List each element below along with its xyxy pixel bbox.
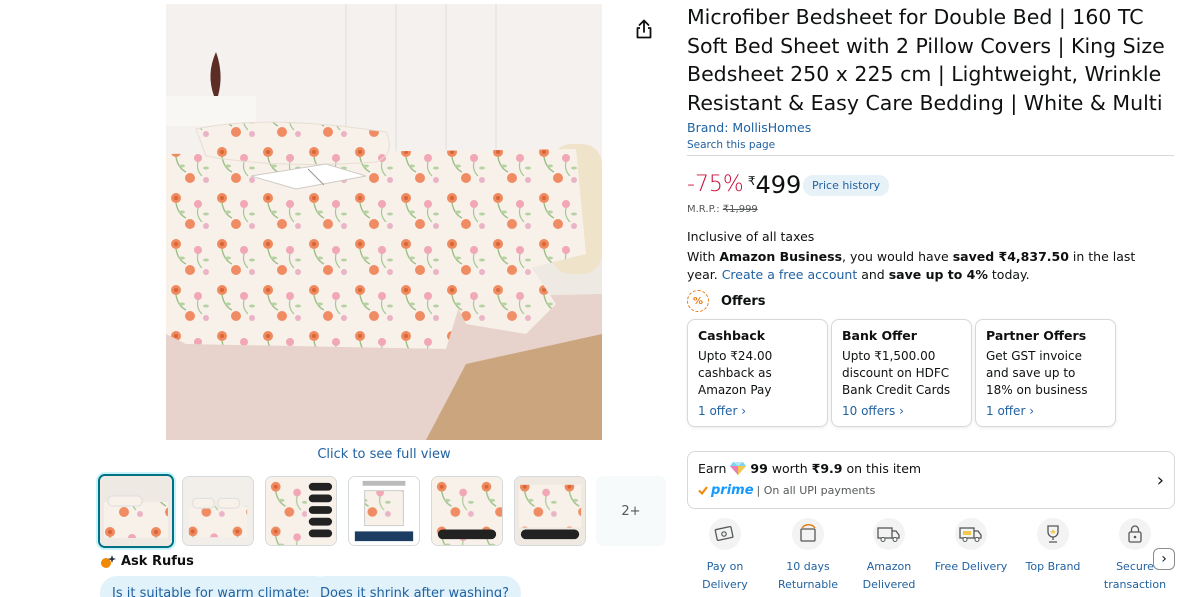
offer-badge-icon: %: [687, 290, 709, 312]
service-free-delivery[interactable]: Free Delivery: [929, 518, 1013, 576]
click-full-view-link[interactable]: Click to see full view: [300, 447, 468, 462]
thumbnail-image: [266, 477, 336, 545]
service-label: Free Delivery: [934, 560, 1008, 573]
price-history-button[interactable]: Price history: [803, 175, 890, 196]
service-pay-on-delivery[interactable]: Pay on Delivery: [683, 518, 767, 594]
thumbnail-5[interactable]: [431, 476, 503, 546]
offers-title: Offers: [721, 293, 766, 309]
on-item-label: on this item: [846, 461, 922, 476]
business-text: today.: [987, 267, 1030, 282]
cash-icon: [709, 518, 741, 550]
discount-percentage: -75%: [687, 172, 744, 197]
brand-link[interactable]: Brand: MollisHomes: [687, 120, 811, 135]
offer-description: Upto ₹24.00 cashback as Amazon Pay Balan…: [698, 349, 773, 397]
service-amazon-delivered[interactable]: Amazon Delivered: [847, 518, 931, 594]
earn-label: Earn: [698, 461, 727, 476]
thumbnail-4[interactable]: [348, 476, 420, 546]
prime-check-icon: [698, 486, 708, 495]
ask-rufus-heading: Ask Rufus: [100, 554, 194, 569]
service-returnable[interactable]: 10 days Returnable: [766, 518, 850, 594]
thumbnail-3[interactable]: [265, 476, 337, 546]
thumbnail-image: [432, 477, 502, 545]
rufus-sparkle-icon: [101, 554, 116, 568]
mrp: M.R.P.: ₹1,999: [687, 204, 758, 215]
free-truck-icon: [955, 518, 987, 550]
prime-logo: prime: [711, 483, 754, 498]
offer-description: Upto ₹1,500.00 discount on HDFC Bank Cre…: [842, 349, 951, 397]
divider: [687, 155, 1174, 156]
offer-card-bank[interactable]: Bank Offer Upto ₹1,500.00 discount on HD…: [831, 319, 972, 427]
offer-link[interactable]: 10 offers ›: [842, 404, 961, 418]
search-this-page-link[interactable]: Search this page: [687, 139, 775, 151]
offer-title: Partner Offers: [986, 328, 1087, 343]
rufus-question-chip[interactable]: Is it suitable for warm climates?: [100, 576, 332, 597]
services-next-button[interactable]: ›: [1153, 548, 1175, 570]
more-thumbnails-button[interactable]: 2+: [596, 476, 666, 546]
prime-line: prime | On all UPI payments: [698, 483, 1164, 498]
business-text: and: [857, 267, 889, 282]
offers-heading: % Offers: [687, 290, 766, 312]
main-product-image[interactable]: [166, 4, 602, 440]
price-value: 499: [755, 171, 802, 199]
diamond-icon: [730, 462, 747, 475]
lock-icon: [1119, 518, 1151, 550]
create-free-account-link[interactable]: Create a free account: [722, 267, 858, 282]
upi-payments-text: | On all UPI payments: [756, 484, 876, 497]
service-badges: Pay on Delivery 10 days Returnable Amazo…: [687, 518, 1175, 597]
offer-link[interactable]: 1 offer ›: [986, 404, 1105, 418]
offer-link[interactable]: 1 offer ›: [698, 404, 817, 418]
service-label: 10 days Returnable: [777, 560, 839, 591]
offer-description: Get GST invoice and save up to 18% on bu…: [986, 349, 1088, 397]
amazon-business-savings: With Amazon Business, you would have sav…: [687, 248, 1167, 284]
saved-amount: saved ₹4,837.50: [952, 249, 1069, 264]
thumbnail-2[interactable]: [182, 476, 254, 546]
return-icon: [792, 518, 824, 550]
thumbnail-image: [100, 476, 172, 546]
ask-rufus-label: Ask Rufus: [121, 554, 194, 569]
currency-symbol: ₹: [747, 174, 756, 188]
offer-title: Cashback: [698, 328, 766, 343]
service-top-brand[interactable]: Top Brand: [1011, 518, 1095, 576]
save-up-to-label: save up to 4%: [888, 267, 988, 282]
offer-card-cashback[interactable]: Cashback Upto ₹24.00 cashback as Amazon …: [687, 319, 828, 427]
mrp-value: ₹1,999: [722, 204, 758, 215]
rufus-question-chip[interactable]: Does it shrink after washing?: [308, 576, 522, 597]
bedsheet-photo: [166, 4, 602, 440]
chevron-right-icon: ›: [1156, 470, 1164, 491]
amazon-business-label: Amazon Business: [719, 249, 843, 264]
offer-title: Bank Offer: [842, 328, 917, 343]
chevron-right-icon: ›: [1161, 551, 1167, 567]
trophy-icon: [1037, 518, 1069, 550]
thumbnail-6[interactable]: [514, 476, 586, 546]
earn-coins-box[interactable]: Earn 99 worth ₹9.9 on this item prime | …: [687, 451, 1175, 509]
service-label: Top Brand: [1025, 560, 1081, 573]
truck-icon: [873, 518, 905, 550]
earn-line: Earn 99 worth ₹9.9 on this item: [698, 461, 1164, 476]
thumbnail-image: [183, 477, 253, 545]
worth-label: worth: [771, 461, 808, 476]
thumbnail-image: [515, 477, 585, 545]
thumbnail-1[interactable]: [98, 474, 174, 548]
inclusive-taxes-text: Inclusive of all taxes: [687, 229, 815, 244]
service-label: Amazon Delivered: [862, 560, 916, 591]
business-text: , you would have: [842, 249, 953, 264]
coin-count: 99: [750, 461, 768, 476]
service-label: Pay on Delivery: [702, 560, 748, 591]
coin-value: ₹9.9: [811, 461, 843, 476]
share-icon: [636, 19, 652, 39]
product-title: Microfiber Bedsheet for Double Bed | 160…: [687, 5, 1165, 115]
share-button[interactable]: [630, 14, 658, 44]
offer-card-partner[interactable]: Partner Offers Get GST invoice and save …: [975, 319, 1116, 427]
price-block: -75% ₹ 499: [687, 170, 801, 200]
mrp-label: M.R.P.:: [687, 204, 720, 215]
business-text: With: [687, 249, 720, 264]
thumbnail-image: [349, 477, 419, 545]
